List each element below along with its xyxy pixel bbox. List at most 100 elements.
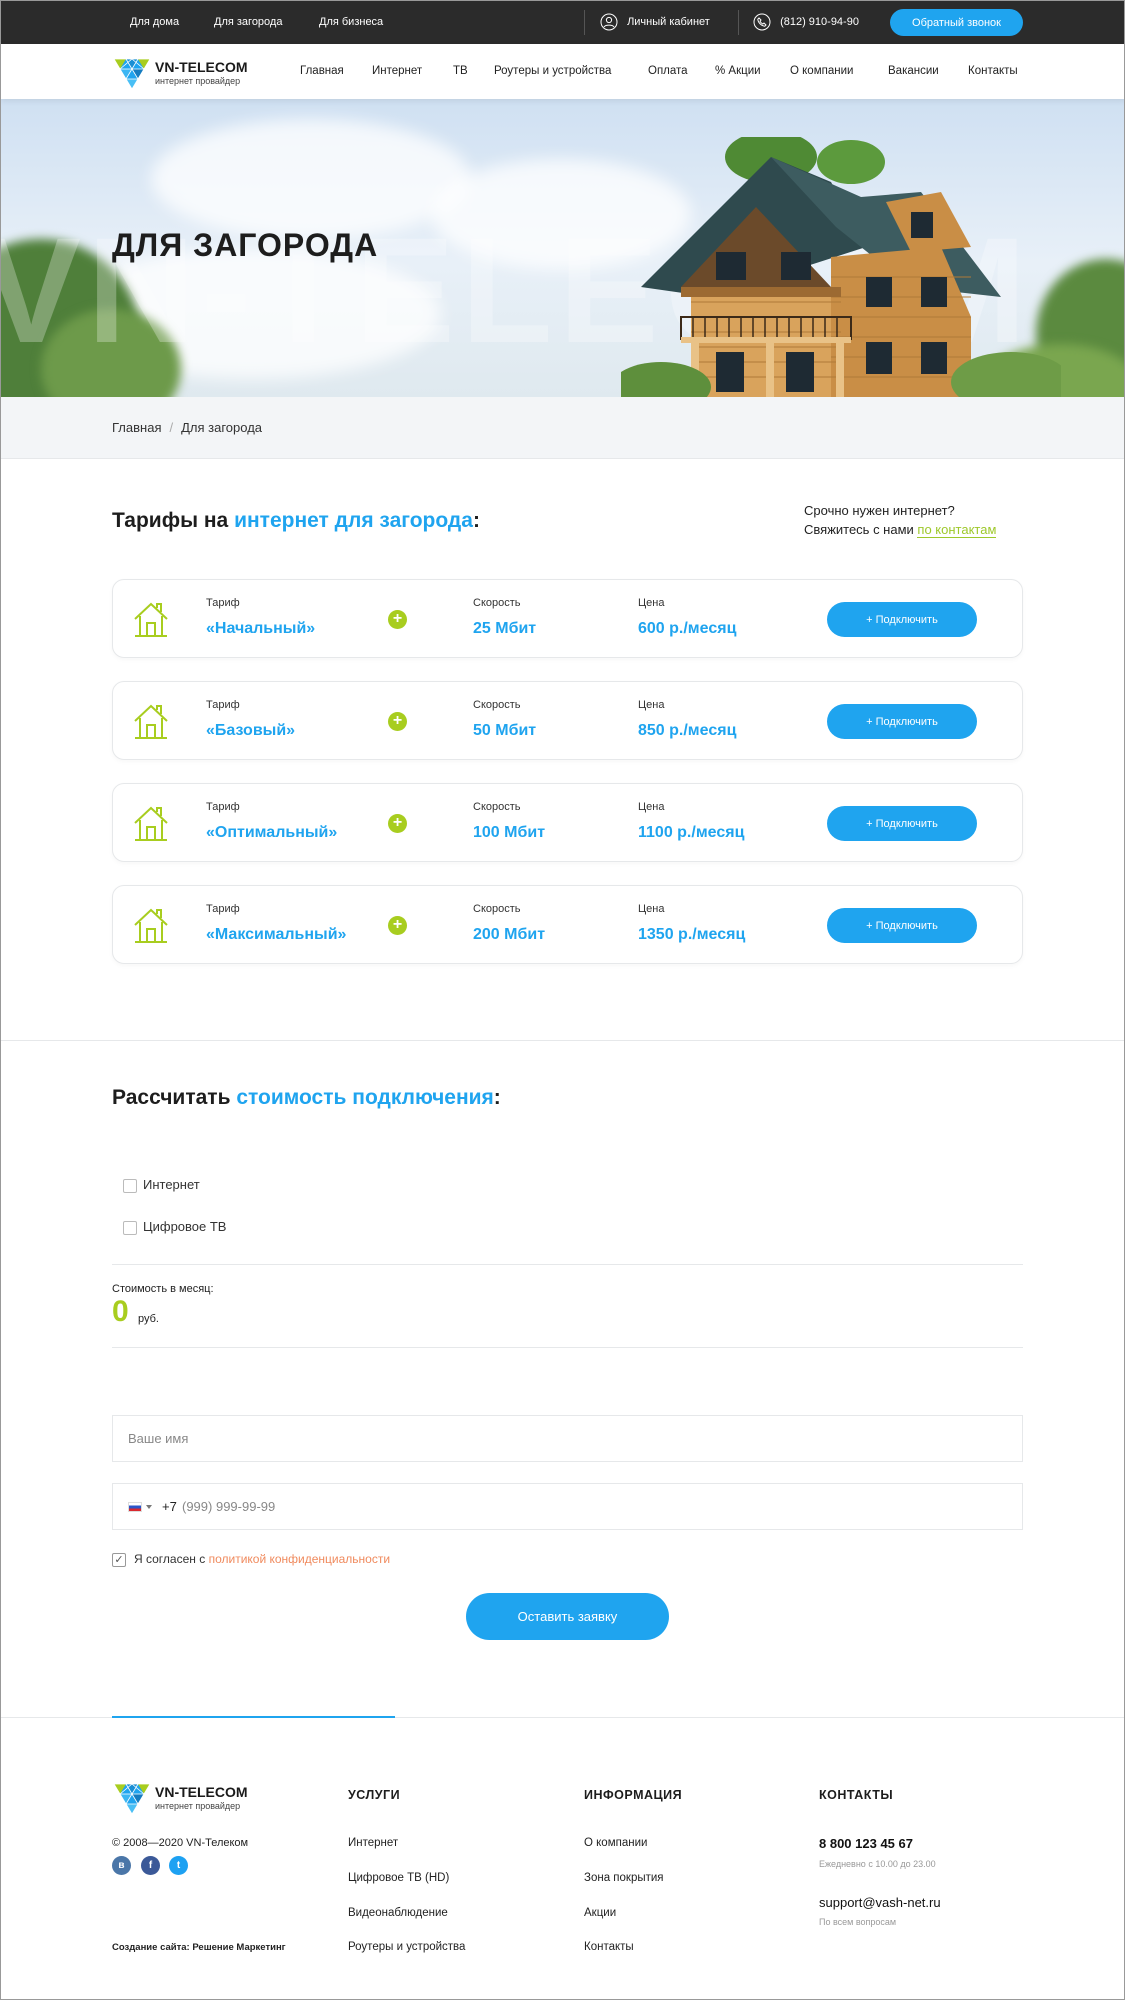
phone-placeholder: (999) 999-99-99 — [182, 1499, 276, 1514]
nav-contacts[interactable]: Контакты — [968, 44, 1018, 99]
tariff-label: Тариф — [206, 597, 240, 609]
user-icon — [600, 13, 618, 31]
phone-icon — [753, 13, 771, 31]
house-illustration — [621, 137, 1061, 397]
option-internet[interactable]: Интернет — [123, 1177, 200, 1193]
footer-link-about[interactable]: О компании — [584, 1837, 647, 1849]
footer-link-routers[interactable]: Роутеры и устройства — [348, 1941, 465, 1953]
divider — [584, 10, 585, 35]
segment-home[interactable]: Для дома — [130, 1, 179, 44]
house-icon — [134, 908, 168, 943]
facebook-icon[interactable]: f — [141, 1856, 160, 1875]
segment-country[interactable]: Для загорода — [214, 1, 282, 44]
tariff-price: 1100 р./месяц — [638, 824, 745, 841]
brand-name: VN-TELECOM — [155, 59, 248, 75]
house-icon — [134, 602, 168, 637]
nav-promo[interactable]: % Акции — [715, 44, 761, 99]
house-icon — [134, 704, 168, 739]
footer-contacts-title: КОНТАКТЫ — [819, 1788, 894, 1802]
option-label: Интернет — [143, 1177, 200, 1192]
plus-icon[interactable]: + — [388, 814, 407, 833]
tariff-name: «Начальный» — [206, 620, 316, 637]
tariff-price: 600 р./месяц — [638, 620, 737, 637]
phone-number: (812) 910-94-90 — [780, 16, 859, 28]
nav-routers[interactable]: Роутеры и устройства — [494, 44, 611, 99]
page-title: ДЛЯ ЗАГОРОДА — [112, 227, 379, 263]
footer-phone[interactable]: 8 800 123 45 67 — [819, 1836, 913, 1851]
footer-info-title: ИНФОРМАЦИЯ — [584, 1788, 683, 1802]
cost-value: 0 — [112, 1295, 129, 1328]
tariffs-title-accent: интернет для загорода — [234, 509, 473, 532]
plus-icon[interactable]: + — [388, 712, 407, 731]
checkbox-checked-icon[interactable]: ✓ — [112, 1552, 126, 1567]
logo[interactable]: VN-TELECOM интернет провайдер — [112, 53, 272, 93]
twitter-icon[interactable]: t — [169, 1856, 188, 1875]
footer-phone-note: Ежедневно с 10.00 до 23.00 — [819, 1859, 936, 1869]
nav-payment[interactable]: Оплата — [648, 44, 688, 99]
breadcrumb-home[interactable]: Главная — [112, 420, 161, 435]
phone-link[interactable]: (812) 910-94-90 — [753, 1, 859, 44]
logo-icon — [113, 58, 151, 90]
breadcrumb: Главная / Для загорода — [1, 397, 1124, 459]
plus-icon[interactable]: + — [388, 916, 407, 935]
tariffs-title-end: : — [472, 509, 480, 532]
section-divider — [1, 1040, 1124, 1041]
urgent-line: Срочно нужен интернет? — [804, 503, 955, 518]
chevron-down-icon[interactable] — [146, 1505, 152, 1509]
footer-link-internet[interactable]: Интернет — [348, 1837, 398, 1849]
connect-button[interactable]: + Подключить — [827, 602, 977, 637]
tariff-price: 850 р./месяц — [638, 722, 737, 739]
footer-email[interactable]: support@vash-net.ru — [819, 1895, 941, 1910]
site-credit[interactable]: Создание сайта: Решение Маркетинг — [112, 1942, 286, 1953]
brand-subtitle: интернет провайдер — [155, 76, 241, 86]
checkbox[interactable] — [123, 1178, 137, 1193]
footer-link-contacts[interactable]: Контакты — [584, 1941, 634, 1953]
name-input[interactable]: Ваше имя — [112, 1415, 1023, 1462]
footer-link-promo[interactable]: Акции — [584, 1907, 616, 1919]
brand-subtitle: интернет провайдер — [155, 1801, 241, 1811]
breadcrumb-current: Для загорода — [181, 420, 263, 435]
divider — [738, 10, 739, 35]
tariff-name: «Максимальный» — [206, 926, 347, 943]
price-label: Цена — [638, 903, 665, 915]
vk-icon[interactable]: в — [112, 1856, 131, 1875]
brand-name: VN-TELECOM — [155, 1784, 248, 1800]
phone-input[interactable]: +7 (999) 999-99-99 — [112, 1483, 1023, 1530]
calc-title-plain: Рассчитать — [112, 1086, 237, 1109]
tariff-card: Тариф «Оптимальный» + Скорость 100 Мбит Цена 1… — [112, 783, 1023, 862]
house-icon — [134, 806, 168, 841]
nav-about[interactable]: О компании — [790, 44, 853, 99]
russia-flag-icon[interactable] — [128, 1502, 142, 1512]
account-link[interactable]: Личный кабинет — [600, 1, 710, 44]
nav-tv[interactable]: ТВ — [453, 44, 468, 99]
cost-label: Стоимость в месяц: — [112, 1283, 214, 1295]
footer-link-cctv[interactable]: Видеонаблюдение — [348, 1907, 448, 1919]
speed-label: Скорость — [473, 699, 521, 711]
plus-icon[interactable]: + — [388, 610, 407, 629]
footer-link-coverage[interactable]: Зона покрытия — [584, 1872, 664, 1884]
calc-title-end: : — [493, 1086, 501, 1109]
connect-button[interactable]: + Подключить — [827, 704, 977, 739]
nav-home[interactable]: Главная — [300, 44, 344, 99]
logo-icon — [113, 1783, 151, 1815]
copyright: © 2008—2020 VN-Телеком — [112, 1837, 249, 1849]
checkbox[interactable] — [123, 1220, 137, 1235]
nav-internet[interactable]: Интернет — [372, 44, 422, 99]
segment-business[interactable]: Для бизнеса — [319, 1, 383, 44]
tariff-label: Тариф — [206, 699, 240, 711]
footer-link-tv[interactable]: Цифровое ТВ (HD) — [348, 1872, 449, 1884]
contacts-link[interactable]: по контактам — [917, 522, 997, 538]
option-tv[interactable]: Цифровое ТВ — [123, 1219, 226, 1235]
price-label: Цена — [638, 597, 665, 609]
submit-button[interactable]: Оставить заявку — [466, 1593, 669, 1640]
callback-button[interactable]: Обратный звонок — [890, 9, 1023, 36]
account-label: Личный кабинет — [627, 16, 710, 28]
connect-button[interactable]: + Подключить — [827, 908, 977, 943]
tariff-speed: 25 Мбит — [473, 620, 537, 637]
consent[interactable]: ✓ Я согласен с политикой конфиденциальнос… — [112, 1552, 390, 1567]
footer-logo[interactable]: VN-TELECOM интернет провайдер — [112, 1778, 272, 1818]
connect-button[interactable]: + Подключить — [827, 806, 977, 841]
nav-vacancies[interactable]: Вакансии — [888, 44, 939, 99]
privacy-policy-link[interactable]: политикой конфиденциальности — [209, 1552, 390, 1566]
calc-title-accent: стоимость подключения — [236, 1086, 494, 1109]
